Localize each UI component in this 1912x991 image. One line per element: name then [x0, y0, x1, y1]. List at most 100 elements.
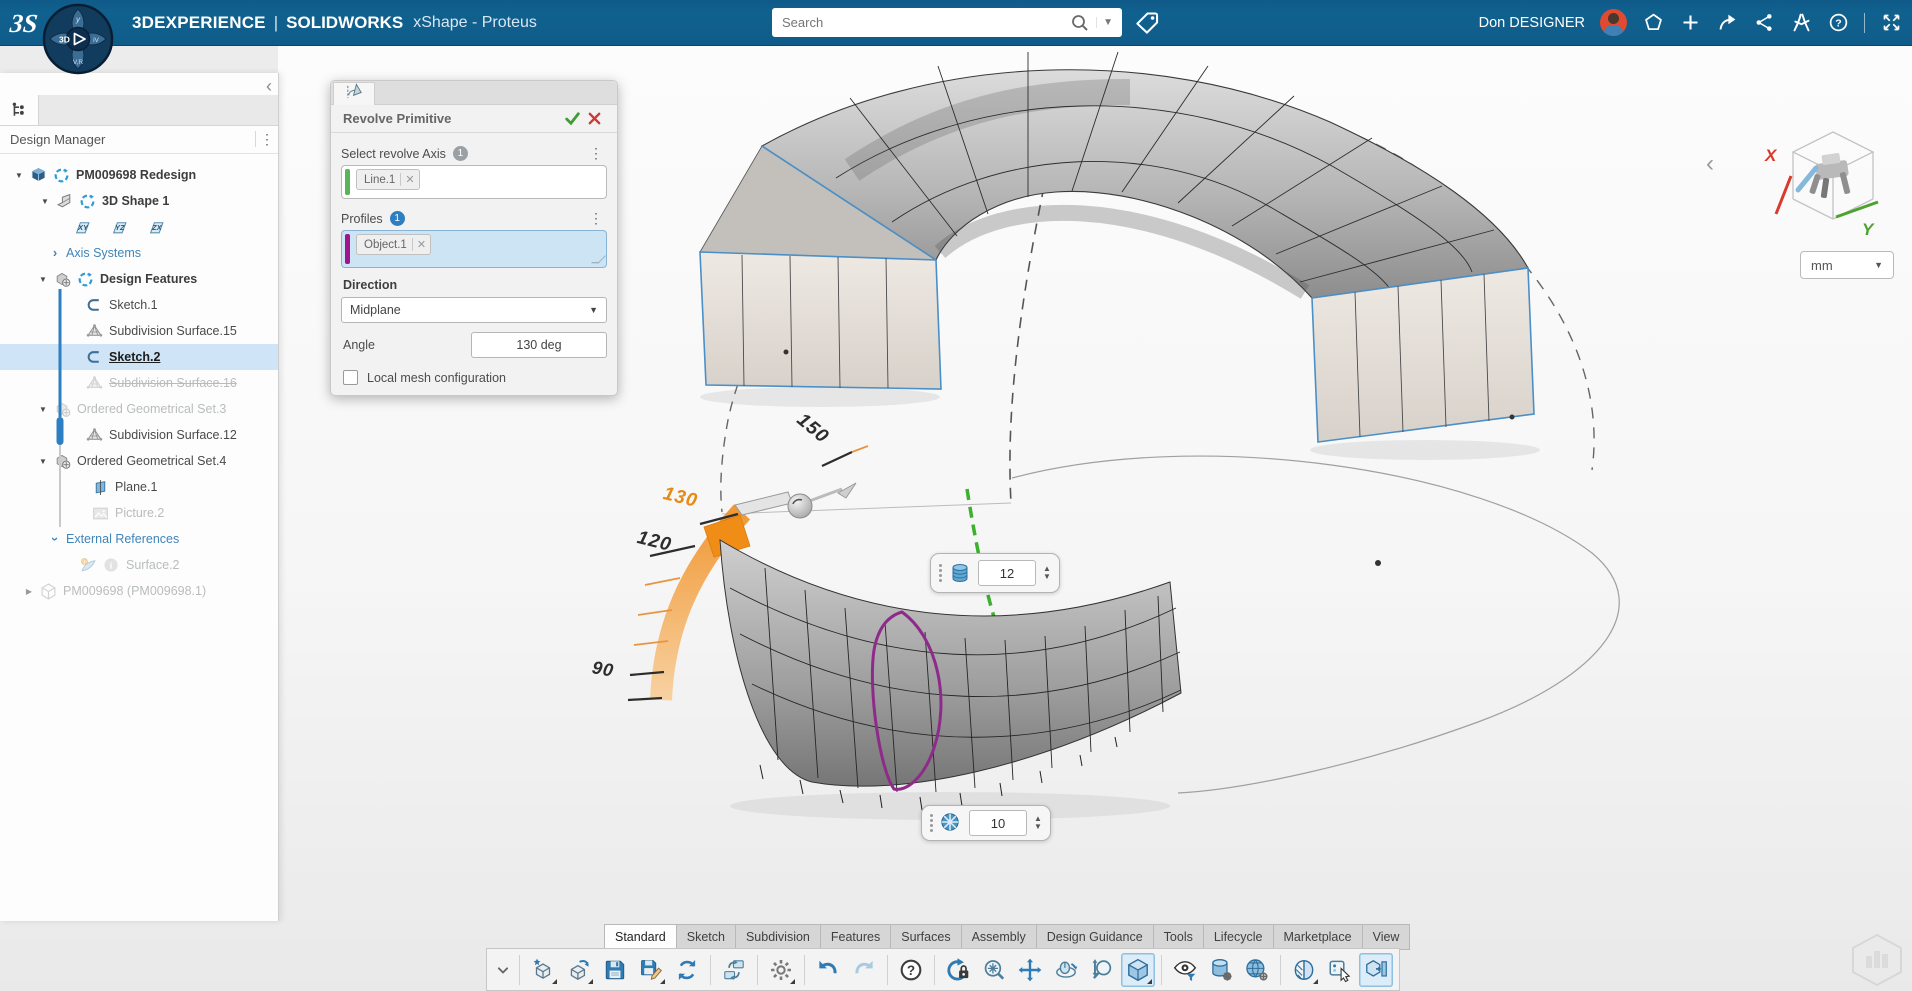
forward-icon[interactable]	[1716, 12, 1738, 34]
plane-xy-icon[interactable]: XY	[74, 219, 91, 236]
tab-lifecycle[interactable]: Lifecycle	[1203, 924, 1273, 950]
drag-handle-icon[interactable]	[930, 814, 933, 832]
tree-item-subdivision-surface-12[interactable]: Subdivision Surface.12	[0, 422, 278, 448]
tab-view[interactable]: View	[1362, 924, 1411, 950]
tree-item-ordered-geometrical-set-4[interactable]: ▼Ordered Geometrical Set.4	[0, 448, 278, 474]
tab-features[interactable]: Features	[820, 924, 890, 950]
segments-v-stepper[interactable]: ▲▼	[1034, 815, 1042, 831]
fullscreen-icon[interactable]	[1880, 12, 1902, 34]
zoom-fit-button[interactable]	[977, 953, 1011, 987]
chevron-right-icon[interactable]: ›	[50, 248, 60, 258]
select-panel-button[interactable]	[1323, 953, 1357, 987]
save-button[interactable]	[598, 953, 632, 987]
save-as-button[interactable]	[634, 953, 668, 987]
zoom-button[interactable]	[1085, 953, 1119, 987]
units-dropdown[interactable]: mm ▼	[1800, 251, 1894, 279]
mesh-settings-button[interactable]	[1240, 953, 1274, 987]
plane-zx-icon[interactable]: ZX	[148, 219, 165, 236]
chip-remove-icon[interactable]: ✕	[412, 238, 426, 251]
confirm-button[interactable]	[561, 109, 583, 129]
tree-item-external-references[interactable]: ›External References	[0, 526, 278, 552]
help-circle-icon[interactable]: ?	[1827, 12, 1849, 34]
tag-icon[interactable]	[1134, 9, 1161, 36]
tab-assembly[interactable]: Assembly	[961, 924, 1036, 950]
redo-button[interactable]	[847, 953, 881, 987]
tab-marketplace[interactable]: Marketplace	[1273, 924, 1362, 950]
render-style-button[interactable]	[1204, 953, 1238, 987]
chevron-down-icon[interactable]	[493, 953, 513, 987]
sync-button[interactable]	[670, 953, 704, 987]
new-part-button[interactable]	[526, 953, 560, 987]
section-button[interactable]	[1287, 953, 1321, 987]
plane-yz-icon[interactable]: YZ	[111, 219, 128, 236]
visibility-filter-button[interactable]	[1168, 953, 1202, 987]
profiles-selection-field[interactable]: Object.1 ✕	[341, 230, 607, 268]
add-icon[interactable]	[1679, 12, 1701, 34]
drag-handle-icon[interactable]	[939, 564, 942, 582]
help-button[interactable]: ?	[894, 953, 928, 987]
chevron-down-icon[interactable]: ›	[50, 534, 60, 544]
tab-design-tree[interactable]	[0, 95, 39, 125]
segments-u-input[interactable]	[978, 560, 1036, 586]
tab-revolve-primitive[interactable]	[333, 82, 375, 105]
tree-item-pm009698-redesign[interactable]: ▼PM009698 Redesign	[0, 162, 278, 188]
user-name[interactable]: Don DESIGNER	[1479, 15, 1585, 31]
tree-item-pm009698-pm009698-1[interactable]: ▶PM009698 (PM009698.1)	[0, 578, 278, 604]
dock-panel-button[interactable]	[1359, 953, 1393, 987]
search-scope-chevron-icon[interactable]: ▼	[1096, 17, 1122, 28]
search-input[interactable]	[772, 15, 1070, 30]
badge-icon[interactable]	[1642, 12, 1664, 34]
tree-item-ordered-geometrical-set-3[interactable]: ▼Ordered Geometrical Set.3	[0, 396, 278, 422]
tab-surfaces[interactable]: Surfaces	[890, 924, 960, 950]
apps-icon[interactable]	[1790, 12, 1812, 34]
search-bar[interactable]: ▼	[772, 8, 1122, 37]
tree-item-design-features[interactable]: ▼Design Features	[0, 266, 278, 292]
share-icon[interactable]	[1753, 12, 1775, 34]
segments-u-stepper[interactable]: ▲▼	[1043, 565, 1051, 581]
view-cube-button[interactable]	[1121, 953, 1155, 987]
close-button[interactable]	[583, 109, 605, 129]
expand-arrow-icon[interactable]: ▼	[38, 405, 48, 414]
panel-collapse-chevron[interactable]: ‹	[266, 79, 272, 93]
rotate-lock-button[interactable]	[941, 953, 975, 987]
orbit-button[interactable]	[1049, 953, 1083, 987]
tree-item-sketch-1[interactable]: Sketch.1	[0, 292, 278, 318]
tab-subdivision[interactable]: Subdivision	[735, 924, 820, 950]
chip-remove-icon[interactable]: ✕	[400, 173, 414, 186]
local-mesh-checkbox[interactable]	[343, 370, 358, 385]
tab-standard[interactable]: Standard	[604, 924, 676, 950]
tab-sketch[interactable]: Sketch	[676, 924, 735, 950]
tab-tools[interactable]: Tools	[1153, 924, 1203, 950]
avatar[interactable]	[1600, 9, 1627, 36]
tree-item-surface-2[interactable]: !iSurface.2	[0, 552, 278, 578]
transfer-button[interactable]	[717, 953, 751, 987]
tree-item-subdivision-surface-15[interactable]: Subdivision Surface.15	[0, 318, 278, 344]
settings-button[interactable]	[764, 953, 798, 987]
profiles-chip[interactable]: Object.1 ✕	[356, 234, 431, 255]
expand-arrow-icon[interactable]: ▼	[38, 457, 48, 466]
tree-item-plane-1[interactable]: Plane.1	[0, 474, 278, 500]
expand-arrow-icon[interactable]: ▼	[38, 275, 48, 284]
axis-options-kebab-icon[interactable]: ⋮	[585, 145, 607, 162]
axis-selection-field[interactable]: Line.1 ✕	[341, 165, 607, 199]
tree-item-subdivision-surface-16[interactable]: Subdivision Surface.16	[0, 370, 278, 396]
tree-item-sketch-2[interactable]: Sketch.2	[0, 344, 278, 370]
axis-chip[interactable]: Line.1 ✕	[356, 169, 420, 190]
segments-value-box[interactable]: ▲▼	[930, 553, 1060, 593]
search-icon[interactable]	[1070, 13, 1090, 33]
profiles-options-kebab-icon[interactable]: ⋮	[585, 210, 607, 227]
right-panel-collapse-chevron[interactable]: ‹	[1706, 150, 1714, 178]
pan-button[interactable]	[1013, 953, 1047, 987]
resize-handle-icon[interactable]	[591, 256, 606, 264]
angle-input[interactable]	[471, 332, 607, 358]
tree-item-reference-planes[interactable]: XY YZ ZX	[0, 214, 278, 240]
tree-item-axis-systems[interactable]: ›Axis Systems	[0, 240, 278, 266]
expand-arrow-icon[interactable]: ▼	[14, 171, 24, 180]
undo-button[interactable]	[811, 953, 845, 987]
expand-arrow-icon[interactable]: ▼	[40, 197, 50, 206]
tree-item-3d-shape-1[interactable]: ▼3D Shape 1	[0, 188, 278, 214]
segments-v-input[interactable]	[969, 810, 1027, 836]
collapsed-arrow-icon[interactable]: ▶	[24, 587, 34, 596]
viewport-canvas[interactable]	[0, 0, 1912, 991]
direction-dropdown[interactable]: Midplane ▼	[341, 297, 607, 323]
